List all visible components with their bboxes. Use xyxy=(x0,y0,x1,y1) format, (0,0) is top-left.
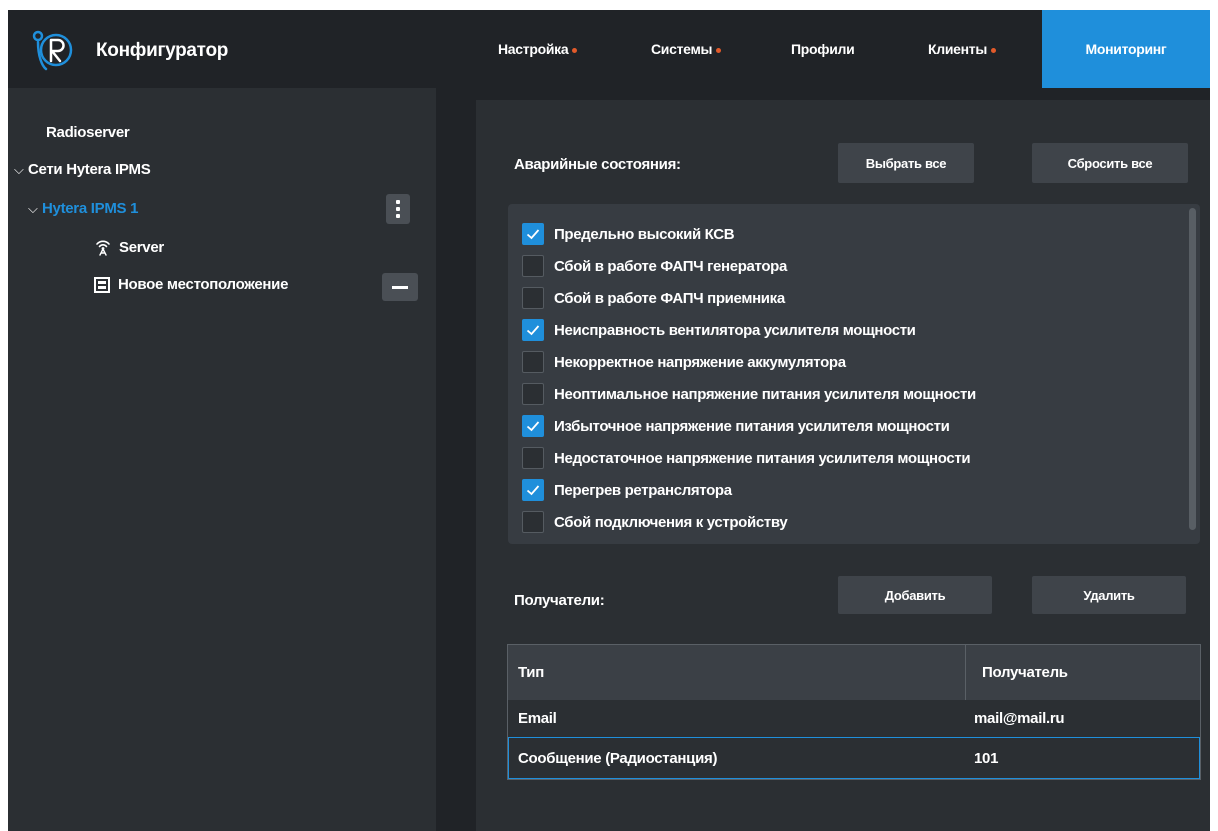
checkbox-unchecked[interactable] xyxy=(522,447,544,469)
checkbox-unchecked[interactable] xyxy=(522,255,544,277)
tab-clients[interactable]: Клиенты xyxy=(928,10,996,88)
alarm-label: Сбой в работе ФАПЧ генератора xyxy=(554,257,787,275)
add-recipient-button[interactable]: Добавить xyxy=(838,576,992,614)
sidebar-tree: Radioserver ⌵ Сети Hytera IPMS ⌵ Hytera … xyxy=(8,88,436,831)
reset-all-button[interactable]: Сбросить все xyxy=(1032,143,1188,183)
alarm-checkbox-row[interactable]: Сбой в работе ФАПЧ генератора xyxy=(522,254,787,278)
cell-recipient: mail@mail.ru xyxy=(974,709,1065,727)
tree-item-location[interactable]: Новое местоположение xyxy=(94,276,288,293)
kebab-menu-icon xyxy=(396,200,400,218)
checkbox-unchecked[interactable] xyxy=(522,511,544,533)
tab-systems-label: Системы xyxy=(651,41,713,57)
alarm-label: Предельно высокий КСВ xyxy=(554,225,735,243)
alarm-label: Перегрев ретранслятора xyxy=(554,481,732,499)
tab-profiles-label: Профили xyxy=(791,41,855,57)
app-title: Конфигуратор xyxy=(96,40,229,61)
alarm-checkbox-row[interactable]: Сбой подключения к устройству xyxy=(522,510,788,534)
cell-type: Email xyxy=(518,709,557,727)
chevron-down-icon[interactable]: ⌵ xyxy=(28,201,42,217)
alarm-checkbox-row[interactable]: Неоптимальное напряжение питания усилите… xyxy=(522,382,976,406)
checkbox-unchecked[interactable] xyxy=(522,287,544,309)
tree-item-system[interactable]: ⌵ Hytera IPMS 1 xyxy=(28,200,138,217)
alarm-checkbox-row[interactable]: Сбой в работе ФАПЧ приемника xyxy=(522,286,785,310)
checkmark-icon xyxy=(526,325,540,336)
alarm-checkbox-row[interactable]: Некорректное напряжение аккумулятора xyxy=(522,350,846,374)
chevron-down-icon[interactable]: ⌵ xyxy=(14,162,28,178)
tree-item-label: Radioserver xyxy=(46,124,130,141)
tree-item-networks[interactable]: ⌵ Сети Hytera IPMS xyxy=(14,161,151,178)
antenna-icon xyxy=(96,240,110,256)
alarm-label: Некорректное напряжение аккумулятора xyxy=(554,353,846,371)
app-window: Конфигуратор Настройка Системы Профили К… xyxy=(8,10,1210,831)
tree-item-label: Hytera IPMS 1 xyxy=(42,200,139,217)
alarms-label: Аварийные состояния: xyxy=(514,156,681,173)
tree-item-server[interactable]: Server xyxy=(94,238,164,256)
alarm-label: Избыточное напряжение питания усилителя … xyxy=(554,417,950,435)
checkbox-unchecked[interactable] xyxy=(522,383,544,405)
column-header-recipient[interactable]: Получатель xyxy=(966,645,1200,700)
alarm-checkbox-row[interactable]: Перегрев ретранслятора xyxy=(522,478,732,502)
checkbox-checked[interactable] xyxy=(522,319,544,341)
checkbox-checked[interactable] xyxy=(522,223,544,245)
tree-item-label: Server xyxy=(119,238,164,256)
logo-icon xyxy=(32,30,73,71)
alarm-checklist[interactable]: Предельно высокий КСВ Сбой в работе ФАПЧ… xyxy=(508,204,1200,544)
alarm-label: Неисправность вентилятора усилителя мощн… xyxy=(554,321,916,339)
notification-dot xyxy=(991,47,996,53)
minus-icon xyxy=(392,285,408,289)
tab-settings-label: Настройка xyxy=(498,41,569,57)
cell-recipient: 101 xyxy=(974,749,999,767)
recipients-table: Тип Получатель Email mail@mail.ru Сообще… xyxy=(507,644,1201,780)
tab-clients-label: Клиенты xyxy=(928,41,987,57)
cell-type: Сообщение (Радиостанция) xyxy=(518,749,718,767)
remove-location-button[interactable] xyxy=(382,273,418,301)
top-bar: Конфигуратор Настройка Системы Профили К… xyxy=(8,10,1210,88)
alarm-label: Сбой в работе ФАПЧ приемника xyxy=(554,289,785,307)
tree-item-label: Новое местоположение xyxy=(118,276,289,293)
checkbox-checked[interactable] xyxy=(522,479,544,501)
notification-dot xyxy=(572,47,578,53)
panel-divider-top xyxy=(436,88,1210,100)
table-row[interactable]: Сообщение (Радиостанция) 101 xyxy=(508,737,1200,779)
checkmark-icon xyxy=(526,421,540,432)
monitoring-panel: Аварийные состояния: Выбрать все Сбросит… xyxy=(476,100,1210,831)
location-icon xyxy=(94,276,110,293)
tab-monitoring-label: Мониторинг xyxy=(1085,41,1167,57)
remove-recipient-button[interactable]: Удалить xyxy=(1032,576,1186,614)
tab-monitoring[interactable]: Мониторинг xyxy=(1042,10,1210,88)
alarm-checkbox-row[interactable]: Недостаточное напряжение питания усилите… xyxy=(522,446,971,470)
notification-dot xyxy=(716,47,722,53)
alarm-checkbox-row[interactable]: Предельно высокий КСВ xyxy=(522,222,735,246)
checkbox-checked[interactable] xyxy=(522,415,544,437)
alarm-label: Недостаточное напряжение питания усилите… xyxy=(554,449,971,467)
select-all-button[interactable]: Выбрать все xyxy=(838,143,974,183)
tab-settings[interactable]: Настройка xyxy=(498,10,578,88)
checkbox-unchecked[interactable] xyxy=(522,351,544,373)
alarm-checkbox-row[interactable]: Неисправность вентилятора усилителя мощн… xyxy=(522,318,916,342)
checkmark-icon xyxy=(526,229,540,240)
alarm-checkbox-row[interactable]: Избыточное напряжение питания усилителя … xyxy=(522,414,950,438)
scrollbar[interactable] xyxy=(1189,208,1196,530)
alarm-label: Сбой подключения к устройству xyxy=(554,513,788,531)
checkmark-icon xyxy=(526,485,540,496)
column-header-type[interactable]: Тип xyxy=(508,645,966,700)
tab-systems[interactable]: Системы xyxy=(651,10,722,88)
tree-item-radioserver[interactable]: Radioserver xyxy=(46,124,130,141)
tree-item-label: Сети Hytera IPMS xyxy=(28,161,151,178)
panel-divider xyxy=(436,88,476,831)
recipients-label: Получатели: xyxy=(514,592,605,609)
kebab-menu-button[interactable] xyxy=(386,194,410,224)
alarm-label: Неоптимальное напряжение питания усилите… xyxy=(554,385,976,403)
tab-profiles[interactable]: Профили xyxy=(791,10,855,88)
